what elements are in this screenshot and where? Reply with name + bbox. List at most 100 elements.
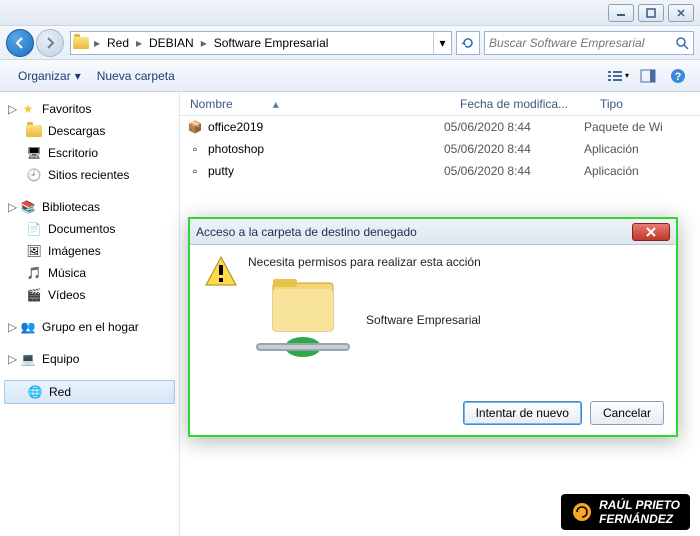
sidebar-item-imagenes[interactable]: 🖼Imágenes	[0, 240, 179, 262]
arrow-right-icon	[43, 36, 57, 50]
preview-pane-button[interactable]	[636, 64, 660, 88]
expand-icon: ▷	[8, 102, 18, 116]
window-minimize-button[interactable]	[608, 4, 634, 22]
file-date: 05/06/2020 8:44	[444, 120, 584, 134]
window-maximize-button[interactable]	[638, 4, 664, 22]
dialog-body: Necesita permisos para realizar esta acc…	[190, 245, 676, 375]
sidebar-item-documentos[interactable]: 📄Documentos	[0, 218, 179, 240]
sidebar-homegroup-header[interactable]: ▷ 👥 Grupo en el hogar	[0, 316, 179, 338]
new-folder-button[interactable]: Nueva carpeta	[89, 65, 183, 87]
sidebar-item-label: Sitios recientes	[48, 168, 129, 182]
expand-icon: ▷	[8, 200, 18, 214]
sidebar-item-label: Música	[48, 266, 86, 280]
watermark-line: FERNÁNDEZ	[599, 512, 680, 526]
dialog-message: Necesita permisos para realizar esta acc…	[248, 255, 662, 269]
preview-pane-icon	[640, 69, 656, 83]
chevron-right-icon: ▸	[91, 36, 103, 50]
view-options-button[interactable]: ▾	[606, 64, 630, 88]
dialog-close-button[interactable]	[632, 223, 670, 241]
window-titlebar	[0, 0, 700, 26]
file-date: 05/06/2020 8:44	[444, 164, 584, 178]
sidebar-item-videos[interactable]: 🎬Vídeos	[0, 284, 179, 306]
file-name: putty	[208, 164, 444, 178]
dialog-title: Acceso a la carpeta de destino denegado	[196, 225, 632, 239]
column-header-date[interactable]: Fecha de modifica...	[450, 97, 590, 111]
author-watermark: RAÚL PRIETO FERNÁNDEZ	[561, 494, 690, 530]
refresh-icon	[461, 36, 475, 50]
column-label: Tipo	[600, 97, 623, 111]
help-button[interactable]: ?	[666, 64, 690, 88]
column-headers: Nombre ▴ Fecha de modifica... Tipo	[180, 92, 700, 116]
navigation-pane: ▷ ★ Favoritos Descargas 🖥 Escritorio 🕘Sit…	[0, 92, 180, 536]
brain-icon	[571, 501, 593, 523]
file-type: Aplicación	[584, 164, 694, 178]
cancel-button[interactable]: Cancelar	[590, 401, 664, 425]
sidebar-item-label: Escritorio	[48, 146, 98, 160]
file-name: photoshop	[208, 142, 444, 156]
downloads-icon	[26, 123, 42, 139]
sidebar-item-label: Vídeos	[48, 288, 85, 302]
sidebar-item-label: Descargas	[48, 124, 105, 138]
file-row[interactable]: 📦 office2019 05/06/2020 8:44 Paquete de …	[180, 116, 700, 138]
chevron-down-icon: ▾	[625, 71, 629, 80]
breadcrumb[interactable]: ▸ Red ▸ DEBIAN ▸ Software Empresarial ▾	[70, 31, 452, 55]
search-icon	[675, 36, 689, 50]
nav-forward-button[interactable]	[36, 29, 64, 57]
file-type: Aplicación	[584, 142, 694, 156]
homegroup-icon: 👥	[20, 319, 36, 335]
nav-back-button[interactable]	[6, 29, 34, 57]
refresh-button[interactable]	[456, 31, 480, 55]
maximize-icon	[646, 8, 656, 18]
close-icon	[645, 227, 657, 237]
sidebar-label: Red	[49, 385, 71, 399]
music-icon: 🎵	[26, 265, 42, 281]
column-header-type[interactable]: Tipo	[590, 97, 700, 111]
close-icon	[676, 8, 686, 18]
column-header-name[interactable]: Nombre ▴	[180, 97, 450, 111]
chevron-down-icon: ▾	[75, 69, 81, 83]
dialog-button-row: Intentar de nuevo Cancelar	[455, 401, 664, 425]
warning-icon	[204, 255, 238, 289]
chevron-right-icon: ▸	[133, 36, 145, 50]
file-row[interactable]: ▫ putty 05/06/2020 8:44 Aplicación	[180, 160, 700, 182]
dialog-titlebar: Acceso a la carpeta de destino denegado	[190, 219, 676, 245]
expand-icon: ▷	[8, 352, 18, 366]
button-label: Cancelar	[603, 406, 651, 420]
application-icon: ▫	[186, 164, 204, 178]
breadcrumb-segment[interactable]: Software Empresarial	[210, 36, 333, 50]
sidebar-label: Favoritos	[42, 102, 91, 116]
sidebar-computer-header[interactable]: ▷ 💻 Equipo	[0, 348, 179, 370]
search-input[interactable]	[489, 36, 675, 50]
access-denied-dialog: Acceso a la carpeta de destino denegado …	[188, 217, 678, 437]
minimize-icon	[616, 8, 626, 18]
retry-button[interactable]: Intentar de nuevo	[463, 401, 582, 425]
breadcrumb-dropdown[interactable]: ▾	[433, 32, 451, 54]
sidebar-item-recientes[interactable]: 🕘Sitios recientes	[0, 164, 179, 186]
file-row[interactable]: ▫ photoshop 05/06/2020 8:44 Aplicación	[180, 138, 700, 160]
breadcrumb-segment[interactable]: DEBIAN	[145, 36, 198, 50]
sidebar-item-musica[interactable]: 🎵 Música	[0, 262, 179, 284]
chevron-right-icon: ▸	[198, 36, 210, 50]
sidebar-item-label: Documentos	[48, 222, 115, 236]
sidebar-item-label: Imágenes	[48, 244, 101, 258]
breadcrumb-segment[interactable]: Red	[103, 36, 133, 50]
sidebar-label: Bibliotecas	[42, 200, 100, 214]
window-close-button[interactable]	[668, 4, 694, 22]
organize-menu[interactable]: Organizar ▾	[10, 65, 89, 87]
arrow-left-icon	[13, 36, 27, 50]
sidebar-item-descargas[interactable]: Descargas	[0, 120, 179, 142]
sidebar-network-header[interactable]: 🌐 Red	[4, 380, 175, 404]
sidebar-label: Grupo en el hogar	[42, 320, 139, 334]
column-label: Nombre	[190, 97, 233, 111]
svg-text:?: ?	[675, 71, 682, 83]
file-name: office2019	[208, 120, 444, 134]
star-icon: ★	[20, 101, 36, 117]
search-box[interactable]	[484, 31, 694, 55]
sort-asc-icon: ▴	[273, 97, 279, 111]
sidebar-item-escritorio[interactable]: 🖥 Escritorio	[0, 142, 179, 164]
desktop-icon: 🖥	[26, 145, 42, 161]
view-list-icon	[607, 69, 623, 83]
sidebar-libraries-header[interactable]: ▷ 📚 Bibliotecas	[0, 196, 179, 218]
sidebar-favorites-header[interactable]: ▷ ★ Favoritos	[0, 98, 179, 120]
column-label: Fecha de modifica...	[460, 97, 568, 111]
